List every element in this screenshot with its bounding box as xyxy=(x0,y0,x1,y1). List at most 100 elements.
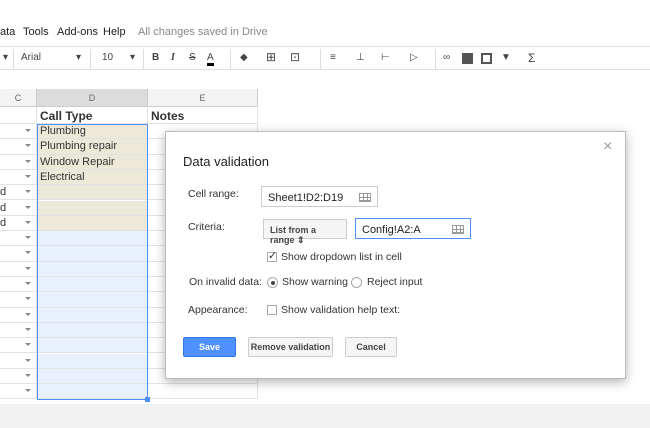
cell-c[interactable] xyxy=(0,384,37,400)
cell-c[interactable]: d xyxy=(0,215,37,232)
borders-icon[interactable]: ⊞ xyxy=(266,50,276,64)
show-dropdown-checkbox[interactable]: ✓ xyxy=(267,250,277,262)
cell-c[interactable] xyxy=(0,261,37,277)
dropdown-arrow-icon[interactable] xyxy=(25,129,31,132)
close-icon[interactable]: × xyxy=(603,138,612,156)
cell-d[interactable] xyxy=(37,200,148,216)
save-button[interactable]: Save xyxy=(183,337,236,357)
menu-addons[interactable]: Add-ons xyxy=(57,26,98,38)
cell-d[interactable]: Electrical xyxy=(37,169,148,186)
help-text-checkbox[interactable] xyxy=(267,305,277,315)
menu-tools[interactable]: Tools xyxy=(23,26,49,38)
dropdown-arrow-icon[interactable] xyxy=(25,343,31,347)
dropdown-arrow-icon[interactable] xyxy=(25,174,31,178)
cell-d[interactable] xyxy=(37,368,148,385)
cell-d[interactable] xyxy=(37,261,148,277)
italic-button[interactable]: I xyxy=(171,52,175,63)
cell-c[interactable]: d xyxy=(0,185,37,201)
menu-help[interactable]: Help xyxy=(103,26,126,38)
link-icon[interactable]: ∞ xyxy=(443,52,450,63)
header-cell-notes[interactable]: Notes xyxy=(148,108,258,124)
menu-data[interactable]: ata xyxy=(0,26,15,38)
cell-d[interactable]: Plumbing repair xyxy=(37,139,148,155)
column-header-c[interactable]: C xyxy=(0,89,37,107)
cell-d[interactable] xyxy=(37,353,148,369)
cancel-button[interactable]: Cancel xyxy=(345,337,397,357)
show-warning-radio[interactable] xyxy=(267,277,278,288)
cell-c[interactable] xyxy=(0,124,37,140)
comment-icon[interactable] xyxy=(462,53,473,64)
dropdown-arrow-icon[interactable] xyxy=(25,205,31,209)
chevron-down-icon[interactable]: ▾ xyxy=(76,52,81,63)
cell-range-input[interactable]: Sheet1!D2:D19 xyxy=(261,186,378,207)
cell-c[interactable] xyxy=(0,353,37,369)
cell-d[interactable] xyxy=(37,292,148,308)
column-header-d[interactable]: D xyxy=(37,89,148,107)
fill-color-icon[interactable]: ◆ xyxy=(240,52,248,63)
cell-d[interactable] xyxy=(37,215,148,232)
bold-button[interactable]: B xyxy=(152,52,159,63)
fill-handle[interactable] xyxy=(145,397,150,402)
cell-d[interactable] xyxy=(37,185,148,201)
criteria-type-select[interactable]: List from a range ⇕ xyxy=(263,219,347,245)
cell-c[interactable] xyxy=(0,368,37,385)
text-wrap-icon[interactable]: ⊢ xyxy=(381,52,390,63)
font-size-select[interactable]: 10 xyxy=(102,52,113,63)
vertical-align-icon[interactable]: ⊥ xyxy=(356,52,365,63)
cell-c[interactable] xyxy=(0,292,37,308)
remove-validation-button[interactable]: Remove validation xyxy=(248,337,333,357)
cell-c[interactable]: d xyxy=(0,200,37,216)
text-color-button[interactable]: A xyxy=(207,52,214,66)
criteria-range-input[interactable]: Config!A2:A xyxy=(355,218,471,239)
cell-c[interactable] xyxy=(0,139,37,155)
dropdown-arrow-icon[interactable] xyxy=(25,220,31,224)
chart-icon[interactable] xyxy=(481,53,492,64)
dropdown-arrow-icon[interactable] xyxy=(25,297,31,301)
dropdown-arrow-icon[interactable] xyxy=(25,282,31,285)
cell-c[interactable] xyxy=(0,169,37,186)
dropdown-arrow-icon[interactable] xyxy=(25,373,31,377)
cell-d[interactable] xyxy=(37,384,148,400)
dropdown-arrow-icon[interactable] xyxy=(25,312,31,316)
strikethrough-button[interactable]: S xyxy=(189,52,196,63)
cell-c[interactable] xyxy=(0,277,37,293)
dropdown-arrow-icon[interactable] xyxy=(25,159,31,163)
dropdown-arrow-icon[interactable] xyxy=(25,236,31,240)
font-select[interactable]: Arial xyxy=(21,52,41,63)
grid-icon[interactable] xyxy=(452,225,464,234)
cell-d[interactable] xyxy=(37,322,148,339)
dropdown-arrow-icon[interactable] xyxy=(25,144,31,148)
cell-c[interactable] xyxy=(0,231,37,247)
reject-input-radio[interactable] xyxy=(351,277,362,288)
dropdown-arrow-icon[interactable] xyxy=(25,389,31,393)
cell-c[interactable] xyxy=(0,307,37,323)
chevron-down-icon[interactable]: ▾ xyxy=(3,52,8,63)
cell-d[interactable] xyxy=(37,307,148,323)
functions-button[interactable]: Σ xyxy=(528,51,535,65)
dropdown-arrow-icon[interactable] xyxy=(25,251,31,255)
dropdown-arrow-icon[interactable] xyxy=(25,358,31,362)
cell-d[interactable] xyxy=(37,338,148,354)
header-cell-call-type[interactable]: Call Type xyxy=(37,108,148,124)
cell-d[interactable] xyxy=(37,246,148,262)
cell-c[interactable] xyxy=(0,246,37,262)
dialog-title: Data validation xyxy=(183,154,269,169)
cell-c[interactable] xyxy=(0,154,37,170)
dropdown-arrow-icon[interactable] xyxy=(25,327,31,331)
grid-icon[interactable] xyxy=(359,193,371,202)
column-header-e[interactable]: E xyxy=(148,89,258,107)
cell-d[interactable] xyxy=(37,277,148,293)
cell-d[interactable]: Plumbing xyxy=(37,124,148,140)
cell-c[interactable] xyxy=(0,338,37,354)
text-rotate-icon[interactable]: ▷ xyxy=(410,52,418,63)
cell-e[interactable] xyxy=(148,384,258,400)
cell-d[interactable]: Window Repair xyxy=(37,154,148,170)
merge-cells-icon[interactable]: ⊡ xyxy=(290,50,300,64)
cell-d[interactable] xyxy=(37,231,148,247)
chevron-down-icon[interactable]: ▾ xyxy=(130,52,135,63)
align-left-icon[interactable]: ≡ xyxy=(330,52,336,63)
cell-c[interactable] xyxy=(0,322,37,339)
filter-icon[interactable]: ▼ xyxy=(501,52,511,63)
dropdown-arrow-icon[interactable] xyxy=(25,190,31,194)
dropdown-arrow-icon[interactable] xyxy=(25,266,31,270)
